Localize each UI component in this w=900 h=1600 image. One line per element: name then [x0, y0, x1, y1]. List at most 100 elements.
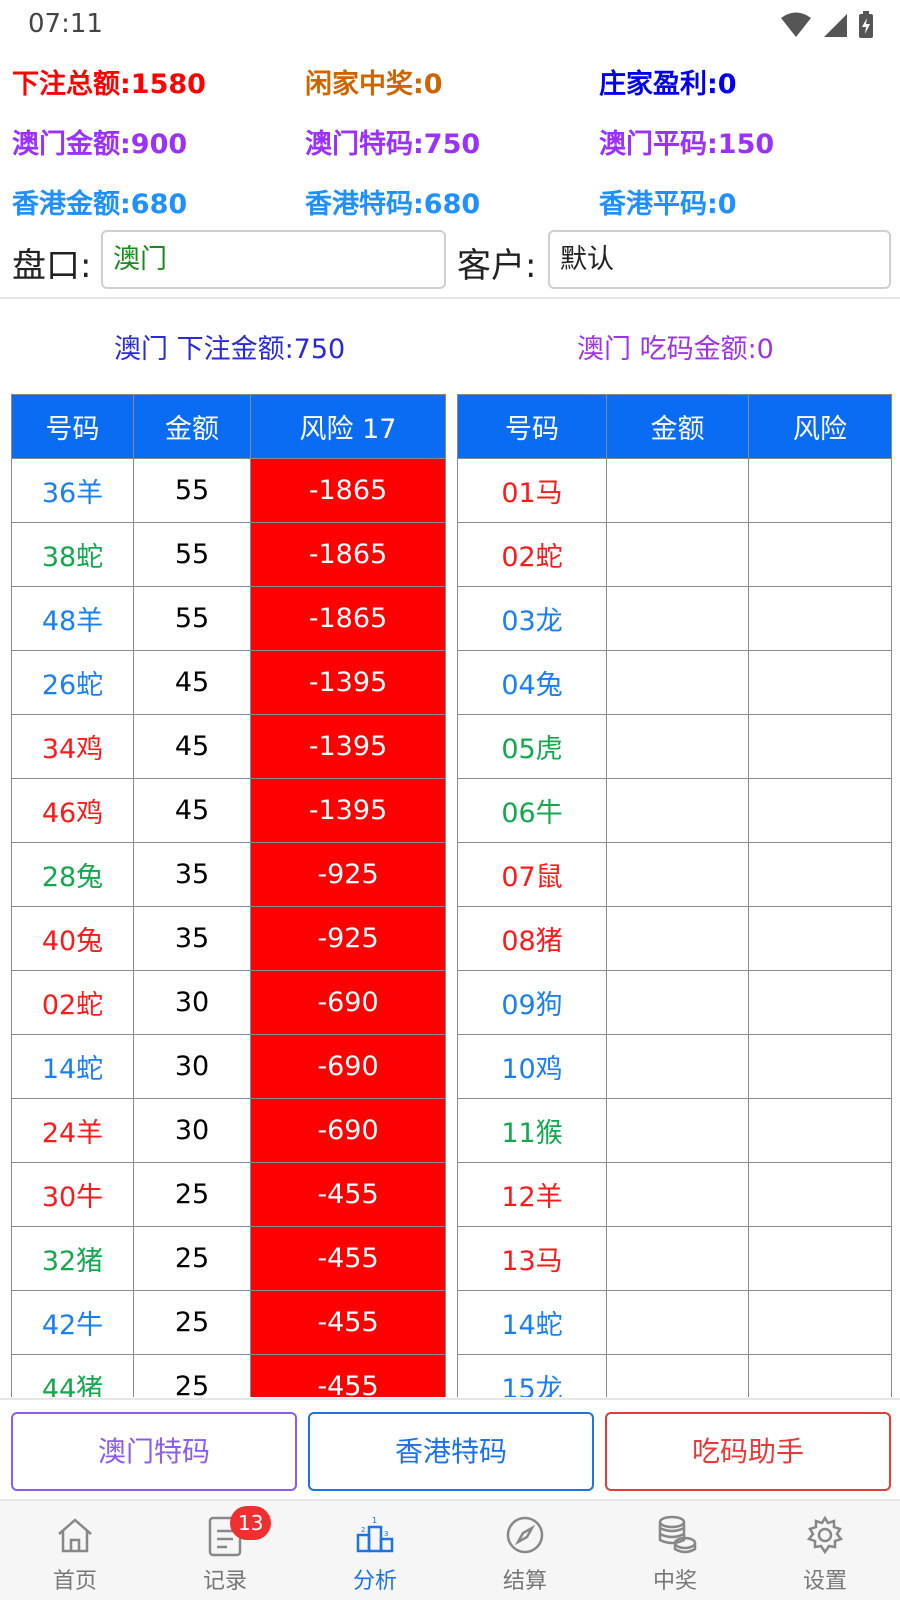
table-row[interactable]: 28兔 35 -925	[11, 842, 446, 907]
number-cell: 24羊	[11, 1098, 134, 1163]
table-row[interactable]: 30牛 25 -455	[11, 1162, 446, 1227]
number-cell: 28兔	[11, 842, 134, 907]
pankou-select[interactable]: 澳门	[101, 230, 446, 289]
number-cell: 12羊	[457, 1162, 607, 1227]
risk-cell: -1865	[250, 522, 446, 587]
customer-label: 客户:	[457, 246, 537, 286]
table-row[interactable]: 06牛	[457, 778, 892, 843]
risk-cell	[748, 1162, 892, 1227]
table-row[interactable]: 08猪	[457, 906, 892, 971]
table-row[interactable]: 36羊 55 -1865	[11, 458, 446, 523]
bet-table: 号码 金额 风险 17 36羊 55 -1865 38蛇 55 -1865 48羊 55 -18…	[11, 394, 446, 1397]
amount-cell: 35	[133, 842, 251, 907]
table-row[interactable]: 32猪 25 -455	[11, 1226, 446, 1291]
column-header-number[interactable]: 号码	[457, 394, 607, 459]
risk-cell: -1865	[250, 586, 446, 651]
column-header-amount[interactable]: 金额	[133, 394, 251, 459]
column-header-amount[interactable]: 金额	[606, 394, 749, 459]
number-cell: 06牛	[457, 778, 607, 843]
nav-settle[interactable]: 结算	[450, 1501, 600, 1600]
customer-select[interactable]: 默认	[548, 230, 891, 289]
amount-cell	[606, 650, 749, 715]
table-row[interactable]: 11猴	[457, 1098, 892, 1163]
table-row[interactable]: 38蛇 55 -1865	[11, 522, 446, 587]
eat-helper-button[interactable]: 吃码助手	[605, 1412, 891, 1491]
stats-row-hongkong: 香港金额:680 香港特码:680 香港平码:0	[0, 182, 900, 222]
risk-cell	[748, 1098, 892, 1163]
risk-cell	[748, 1290, 892, 1355]
risk-cell	[748, 842, 892, 907]
table-row[interactable]: 26蛇 45 -1395	[11, 650, 446, 715]
table-row[interactable]: 10鸡	[457, 1034, 892, 1099]
amount-cell	[606, 1162, 749, 1227]
column-header-risk[interactable]: 风险 17	[250, 394, 446, 459]
home-icon	[58, 1518, 92, 1553]
bet-total-summary: 澳门 下注金额:750	[114, 334, 346, 365]
amount-cell	[606, 778, 749, 843]
number-cell: 36羊	[11, 458, 134, 523]
status-time: 07:11	[28, 9, 103, 39]
tables-scroll-area[interactable]: 号码 金额 风险 17 36羊 55 -1865 38蛇 55 -1865 48羊 55 -18…	[0, 394, 900, 1397]
table-row[interactable]: 02蛇 30 -690	[11, 970, 446, 1035]
table-row[interactable]: 44猪 25 -455	[11, 1354, 446, 1397]
number-cell: 02蛇	[457, 522, 607, 587]
nav-records[interactable]: 13 记录	[150, 1501, 300, 1600]
table-row[interactable]: 09狗	[457, 970, 892, 1035]
risk-cell: -1395	[250, 714, 446, 779]
risk-cell: -455	[250, 1354, 446, 1397]
nav-prize[interactable]: 中奖	[600, 1501, 750, 1600]
table-row[interactable]: 04兔	[457, 650, 892, 715]
nav-home[interactable]: 首页	[0, 1501, 150, 1600]
nav-settings[interactable]: 设置	[750, 1501, 900, 1600]
risk-cell	[748, 1034, 892, 1099]
table-row[interactable]: 46鸡 45 -1395	[11, 778, 446, 843]
risk-cell: -455	[250, 1226, 446, 1291]
amount-cell: 30	[133, 970, 251, 1035]
records-badge: 13	[230, 1506, 272, 1540]
table-row[interactable]: 03龙	[457, 586, 892, 651]
number-cell: 08猪	[457, 906, 607, 971]
number-cell: 14蛇	[11, 1034, 134, 1099]
table-row[interactable]: 05虎	[457, 714, 892, 779]
eat-table-header: 号码 金额 风险	[457, 394, 892, 459]
table-row[interactable]: 14蛇	[457, 1290, 892, 1355]
table-row[interactable]: 15龙	[457, 1354, 892, 1397]
nav-label: 中奖	[652, 1569, 697, 1594]
risk-cell: -1395	[250, 778, 446, 843]
amount-cell	[606, 1354, 749, 1397]
table-row[interactable]: 42牛 25 -455	[11, 1290, 446, 1355]
battery-icon	[859, 11, 873, 38]
amount-cell	[606, 1098, 749, 1163]
stat-macau-normal: 澳门平码:150	[599, 129, 775, 160]
risk-cell	[748, 650, 892, 715]
table-row[interactable]: 13马	[457, 1226, 892, 1291]
stat-banker-profit: 庄家盈利:0	[599, 69, 737, 100]
divider	[0, 297, 900, 299]
number-cell: 01马	[457, 458, 607, 523]
svg-text:1: 1	[372, 1516, 377, 1525]
table-row[interactable]: 48羊 55 -1865	[11, 586, 446, 651]
amount-cell	[606, 1034, 749, 1099]
risk-cell	[748, 714, 892, 779]
table-row[interactable]: 02蛇	[457, 522, 892, 587]
nav-analysis[interactable]: 12 3 分析	[300, 1501, 450, 1600]
number-cell: 44猪	[11, 1354, 134, 1397]
table-row[interactable]: 14蛇 30 -690	[11, 1034, 446, 1099]
hk-special-button[interactable]: 香港特码	[308, 1412, 594, 1491]
column-header-risk[interactable]: 风险	[748, 394, 892, 459]
amount-cell	[606, 714, 749, 779]
table-row[interactable]: 01马	[457, 458, 892, 523]
table-row[interactable]: 12羊	[457, 1162, 892, 1227]
number-cell: 09狗	[457, 970, 607, 1035]
macau-special-button[interactable]: 澳门特码	[11, 1412, 297, 1491]
table-row[interactable]: 07鼠	[457, 842, 892, 907]
amount-cell: 25	[133, 1354, 251, 1397]
table-row[interactable]: 40兔 35 -925	[11, 906, 446, 971]
table-row[interactable]: 34鸡 45 -1395	[11, 714, 446, 779]
amount-cell	[606, 906, 749, 971]
svg-text:3: 3	[384, 1530, 388, 1538]
table-row[interactable]: 24羊 30 -690	[11, 1098, 446, 1163]
number-cell: 26蛇	[11, 650, 134, 715]
status-bar: 07:11	[0, 0, 900, 50]
column-header-number[interactable]: 号码	[11, 394, 134, 459]
